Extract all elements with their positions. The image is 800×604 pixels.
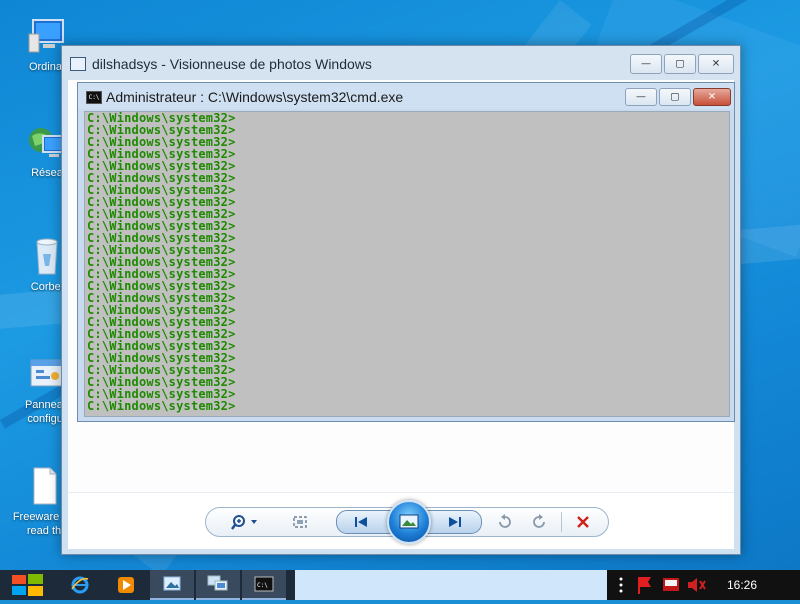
fit-window-icon [293,516,307,528]
start-button[interactable] [0,570,56,600]
cmd-window[interactable]: C:\ Administrateur : C:\Windows\system32… [77,82,735,422]
close-icon: ✕ [707,91,717,103]
cmd-maximize-button[interactable]: ▢ [659,88,691,106]
clock[interactable]: 16:26 [727,578,757,592]
cmd-titlebar[interactable]: C:\ Administrateur : C:\Windows\system32… [78,83,734,109]
taskbar-remote-desktop[interactable] [196,570,240,600]
cmd-app-icon: C:\ [86,91,102,104]
photo-viewer-titlebar[interactable]: dilshadsys - Visionneuse de photos Windo… [62,46,740,80]
minimize-icon: — [641,58,651,70]
flag-icon [638,577,651,594]
taskbar-internet-explorer[interactable] [58,570,102,600]
close-button[interactable]: ✕ [698,54,734,74]
taskbar-cmd[interactable]: C:\ [242,570,286,600]
text-file-icon [24,466,64,506]
console-line: C:\Windows\system32> [87,399,236,413]
photo-viewer-toolbar [68,492,734,549]
cmd-title: Administrateur : C:\Windows\system32\cmd… [106,89,404,105]
taskbar: C:\ 16:26 [0,570,800,600]
toolbar-separator [561,512,562,532]
volume-muted-icon [688,578,706,592]
minimize-button[interactable]: — [630,54,662,74]
rotate-counterclockwise-icon [499,514,511,528]
photo-viewer-icon [163,576,181,591]
internet-explorer-icon [71,576,89,594]
rotate-clockwise-icon [533,514,545,528]
rotate-left-button[interactable] [494,512,516,532]
remote-desktop-icon [207,575,228,591]
tray-icons [619,577,706,594]
cmd-close-button[interactable]: ✕ [693,88,731,106]
next-button[interactable] [441,512,469,532]
cmd-minimize-button[interactable]: — [625,88,657,106]
previous-button[interactable] [347,512,375,532]
network-icon [663,578,679,591]
zoom-button[interactable] [228,512,264,532]
taskbar-media-player[interactable] [104,570,148,600]
magnifier-icon [231,515,257,530]
svg-text:C:\: C:\ [257,582,268,589]
close-icon: ✕ [711,58,721,70]
minimize-icon: — [636,91,646,103]
playback-control-bar [205,500,609,544]
taskbar-empty-area [295,570,607,600]
maximize-button[interactable]: ▢ [664,54,696,74]
media-player-icon [118,577,134,593]
slideshow-icon [399,514,419,529]
next-icon [449,517,461,527]
delete-button[interactable] [572,512,594,532]
actual-size-button[interactable] [288,512,312,532]
taskbar-photo-viewer[interactable] [150,570,194,600]
photo-viewer-title: dilshadsys - Visionneuse de photos Windo… [92,56,372,72]
maximize-icon: ▢ [670,91,680,103]
previous-icon [355,517,367,527]
slideshow-button[interactable] [387,500,431,544]
maximize-icon: ▢ [675,58,685,70]
photo-viewer-app-icon [70,57,86,71]
delete-icon [577,516,589,528]
system-tray: 16:26 [607,570,800,600]
windows-logo-icon [12,574,43,596]
rotate-right-button[interactable] [528,512,550,532]
cmd-icon: C:\ [254,576,274,592]
more-icon [619,577,623,593]
console-output[interactable]: C:\Windows\system32> C:\Windows\system32>… [84,111,730,417]
